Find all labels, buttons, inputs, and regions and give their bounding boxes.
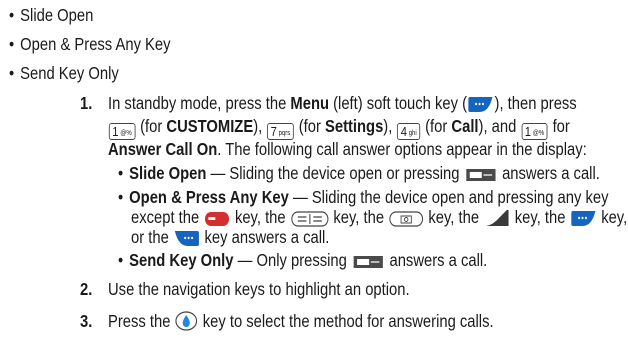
send-key-icon	[352, 254, 385, 270]
side-key-icon	[484, 209, 510, 227]
ok-key-icon	[175, 311, 198, 331]
menu-softkey-icon	[570, 210, 596, 227]
step-number: 2.	[80, 279, 93, 299]
sub-option-send-only: • Send Key Only — Only pressing answers a…	[118, 250, 488, 270]
right-softkey-icon	[174, 230, 200, 247]
option-label: Slide Open	[20, 5, 94, 25]
camera-key-icon	[389, 211, 424, 227]
menu-softkey-icon	[468, 96, 494, 113]
end-key-icon	[204, 211, 230, 227]
sub-option-open-press: • Open & Press Any Key — Sliding the devi…	[118, 187, 609, 207]
sub-option-open-press-line2: except the key, the key, the key, the ke…	[131, 207, 628, 227]
step3-line: Press the key to select the method for a…	[108, 311, 494, 331]
option-label: Send Key Only	[20, 63, 119, 83]
navigation-key-icon	[290, 211, 329, 227]
send-key-icon	[464, 167, 497, 183]
step1-line2: 1 @% (for CUSTOMIZE), 7 pqrs (for Settings…	[108, 115, 570, 140]
step1-line1: In standby mode, press the Menu (left) s…	[108, 93, 577, 113]
option-item: • Send Key Only	[9, 63, 119, 83]
option-item: • Open & Press Any Key	[9, 34, 171, 54]
option-label: Open & Press Any Key	[20, 34, 171, 54]
step2-text: Use the navigation keys to highlight an …	[108, 279, 410, 299]
sub-option-slide-open: • Slide Open — Sliding the device open or…	[118, 163, 600, 183]
option-item: • Slide Open	[9, 5, 94, 25]
step-number: 3.	[80, 311, 93, 331]
step-number: 1.	[80, 93, 93, 113]
step1-line3: Answer Call On. The following call answe…	[108, 139, 587, 159]
sub-option-open-press-line3: or the key answers a call.	[131, 227, 330, 247]
